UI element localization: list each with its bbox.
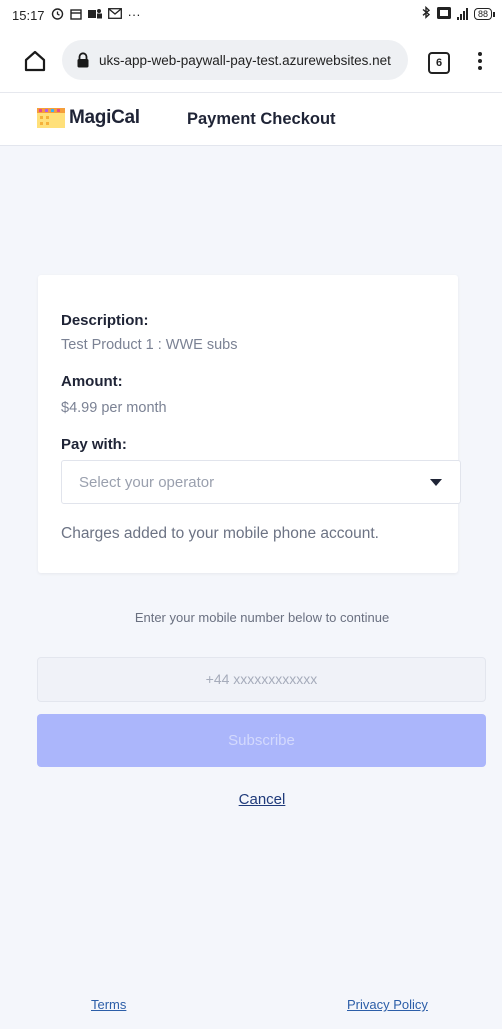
overflow-menu-icon[interactable] bbox=[476, 50, 484, 74]
teams-icon bbox=[87, 8, 102, 23]
more-notifications-icon: ··· bbox=[127, 7, 141, 22]
page-title: Payment Checkout bbox=[187, 110, 336, 128]
calendar-logo-icon bbox=[37, 108, 65, 128]
status-bar-left: 15:17 ··· bbox=[12, 7, 141, 23]
calendar-icon bbox=[69, 8, 82, 23]
description-label: Description: bbox=[61, 312, 149, 329]
status-time: 15:17 bbox=[12, 7, 45, 23]
address-bar[interactable]: uks-app-web-paywall-pay-test.azurewebsit… bbox=[62, 40, 408, 80]
order-summary-card: Description: Test Product 1 : WWE subs A… bbox=[38, 275, 461, 573]
battery-icon: 88 bbox=[473, 8, 496, 20]
cancel-link[interactable]: Cancel bbox=[0, 791, 502, 808]
bluetooth-icon bbox=[422, 5, 431, 22]
operator-select-placeholder: Select your operator bbox=[79, 474, 215, 491]
amount-label: Amount: bbox=[61, 373, 123, 390]
brand-name: MagiCal bbox=[69, 107, 140, 128]
terms-link[interactable]: Terms bbox=[91, 997, 126, 1012]
tab-switcher-button[interactable]: 6 bbox=[428, 52, 450, 74]
home-icon[interactable] bbox=[22, 48, 48, 74]
browser-toolbar: uks-app-web-paywall-pay-test.azurewebsit… bbox=[0, 30, 502, 93]
charges-note: Charges added to your mobile phone accou… bbox=[61, 525, 379, 542]
alarm-icon bbox=[51, 7, 64, 23]
4g-signal-icon bbox=[456, 8, 468, 20]
lock-icon bbox=[77, 52, 89, 68]
mobile-number-input[interactable]: +44 xxxxxxxxxxxx bbox=[37, 657, 486, 702]
amount-value: $4.99 per month bbox=[61, 400, 167, 416]
chevron-down-icon bbox=[430, 479, 442, 486]
status-bar: 15:17 ··· 88 bbox=[0, 0, 502, 30]
pay-with-label: Pay with: bbox=[61, 436, 127, 453]
mobile-number-instruction: Enter your mobile number below to contin… bbox=[134, 610, 390, 625]
gmail-icon bbox=[107, 8, 122, 22]
magical-logo[interactable]: MagiCal bbox=[37, 107, 140, 129]
subscribe-button[interactable]: Subscribe bbox=[37, 714, 486, 767]
status-bar-right: 88 bbox=[422, 5, 496, 22]
app-header: MagiCal Payment Checkout bbox=[0, 93, 502, 146]
volte-icon bbox=[436, 6, 451, 22]
privacy-policy-link[interactable]: Privacy Policy bbox=[347, 997, 428, 1012]
operator-select[interactable]: Select your operator bbox=[61, 460, 461, 504]
url-text: uks-app-web-paywall-pay-test.azurewebsit… bbox=[99, 52, 391, 68]
description-value: Test Product 1 : WWE subs bbox=[61, 337, 238, 353]
